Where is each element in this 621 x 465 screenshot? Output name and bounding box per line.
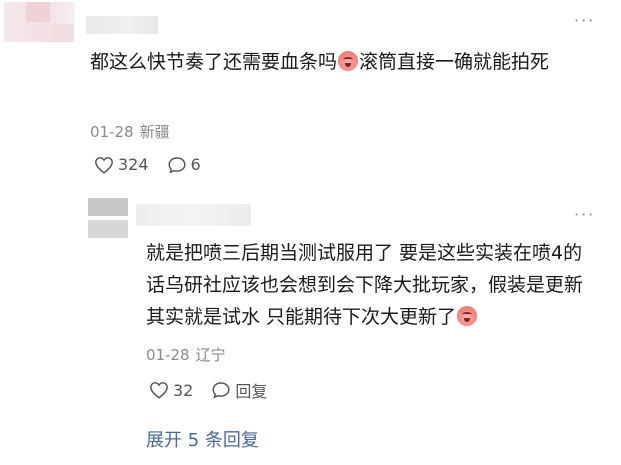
reply-reply-button[interactable]: 回复	[211, 378, 267, 402]
reply-location: 辽宁	[195, 346, 226, 364]
reply-meta: 01-28 辽宁	[146, 344, 226, 365]
comment-actions: 324 6	[94, 155, 201, 174]
reply-actions: 32 回复	[149, 378, 267, 402]
reply-date: 01-28	[146, 346, 190, 364]
reply-count: 6	[190, 155, 201, 174]
reply-like-count: 32	[173, 380, 194, 400]
reply-text: 就是把喷三后期当测试服用了 要是这些实装在喷4的话乌研社应该也会想到会下降大批玩…	[146, 237, 596, 333]
more-dots-icon[interactable]: ···	[574, 13, 595, 29]
like-button[interactable]: 324	[94, 155, 149, 174]
crying-face-emoji-icon	[338, 51, 359, 71]
reply-text-body: 就是把喷三后期当测试服用了 要是这些实装在喷4的话乌研社应该也会想到会下降大批玩…	[146, 242, 584, 328]
comment-text: 都这么快节奏了还需要血条吗 滚筒直接一确就能拍死	[90, 46, 590, 78]
crying-face-emoji-icon	[457, 306, 478, 326]
comment-text-part-1: 都这么快节奏了还需要血条吗	[90, 51, 338, 73]
comment-bubble-icon	[168, 156, 186, 174]
avatar[interactable]	[4, 2, 74, 42]
comment-text-part-2: 滚筒直接一确就能拍死	[359, 51, 550, 73]
reply-like-button[interactable]: 32	[149, 381, 193, 400]
reply-username-blurred[interactable]	[136, 204, 251, 226]
reply-button[interactable]: 6	[167, 155, 201, 174]
reply-avatar[interactable]	[88, 198, 128, 240]
comment-meta: 01-28 新疆	[90, 121, 170, 142]
username-blurred[interactable]	[86, 16, 158, 34]
comment-bubble-icon	[212, 382, 230, 399]
heart-icon	[150, 382, 168, 399]
more-dots-icon[interactable]: ···	[574, 207, 595, 223]
heart-icon	[95, 156, 113, 174]
expand-replies-link[interactable]: 展开 5 条回复	[146, 426, 259, 452]
comment-location: 新疆	[139, 123, 170, 141]
like-count: 324	[118, 155, 149, 174]
reply-label: 回复	[235, 382, 268, 401]
comment-date: 01-28	[90, 123, 134, 141]
